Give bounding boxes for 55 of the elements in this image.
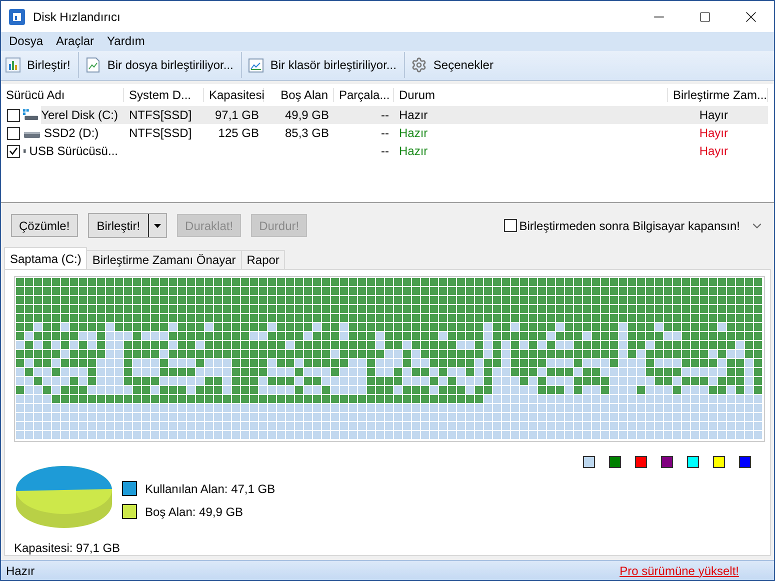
- toolbar-button[interactable]: Bir dosya birleştiriliyor...: [81, 52, 240, 78]
- document-chart-icon: [85, 57, 102, 74]
- column-header[interactable]: Boş Alan: [264, 88, 334, 102]
- action-button[interactable]: Çözümle!: [11, 214, 78, 238]
- caret-icon[interactable]: [154, 224, 162, 228]
- folder-chart-icon: [248, 57, 264, 74]
- column-header[interactable]: Kapasitesi: [204, 88, 264, 102]
- table-cell-text: NTFS[SSD]: [128, 125, 193, 142]
- menu-item[interactable]: Dosya: [4, 34, 52, 48]
- column-header[interactable]: Birleştirme Zam...: [668, 88, 768, 102]
- system-drive-icon: [23, 108, 38, 122]
- status-cell-text: Hazır: [398, 143, 429, 160]
- checkbox[interactable]: [7, 144, 20, 158]
- menu-item[interactable]: Araçlar: [51, 34, 102, 48]
- settings-icon: [411, 57, 428, 74]
- table-cell: 97,1 GB: [204, 106, 264, 124]
- column-header[interactable]: Durum: [394, 88, 668, 102]
- toolbar-button[interactable]: Bir klasör birleştiriliyor...: [244, 52, 402, 78]
- column-header[interactable]: Parçala...: [334, 88, 394, 102]
- table-cell: NTFS[SSD]: [124, 106, 204, 124]
- column-header[interactable]: Sürücü Adı: [1, 88, 124, 102]
- window-title: Disk Hızlandırıcı: [33, 10, 122, 24]
- tab[interactable]: Birleştirme Zamanı Önayar: [86, 250, 242, 270]
- status-cell-text: Hazır: [398, 125, 429, 142]
- bar-chart-icon: [5, 57, 21, 74]
- table-cell-text: 85,3 GB: [284, 125, 330, 142]
- table-cell: --: [334, 106, 394, 124]
- tab[interactable]: Saptama (C:): [4, 247, 88, 270]
- drive-name[interactable]: USB Sürücüsü...: [29, 142, 124, 160]
- toolbar-button[interactable]: Birleştir!: [1, 52, 76, 78]
- legend-label: Boş Alan: 49,9 GB: [145, 504, 244, 519]
- drive-name[interactable]: SSD2 (D:): [44, 124, 105, 142]
- status-text: Hazır: [6, 564, 36, 578]
- tab[interactable]: Rapor: [240, 250, 286, 270]
- checkbox[interactable]: [7, 108, 20, 122]
- menu-item[interactable]: Yardım: [102, 34, 153, 48]
- table-cell-text: --: [380, 143, 390, 160]
- toolbar-button[interactable]: Seçenekler: [407, 52, 500, 78]
- shutdown-label[interactable]: Birleştirmeden sonra Bilgisayar kapansın!: [519, 218, 740, 233]
- table-cell-text: Hayır: [698, 125, 729, 142]
- table-cell: 49,9 GB: [264, 106, 334, 124]
- table-cell-text: --: [380, 125, 390, 142]
- table-cell-text: Hayır: [698, 143, 729, 160]
- checkbox[interactable]: [7, 126, 20, 140]
- table-cell: Hayır: [668, 106, 768, 124]
- legend-label: Kullanılan Alan: 47,1 GB: [145, 482, 276, 496]
- capacity-label: Kapasitesi: 97,1 GB: [14, 541, 122, 556]
- column-header[interactable]: System D...: [124, 88, 204, 102]
- table-cell-text: 125 GB: [217, 125, 260, 142]
- upgrade-link[interactable]: Pro sürümüne yükselt!: [620, 564, 739, 578]
- checkbox[interactable]: [504, 219, 518, 232]
- app-icon: [9, 8, 25, 24]
- maximize-icon[interactable]: [699, 10, 711, 22]
- drive-name[interactable]: Yerel Disk (C:): [41, 106, 124, 124]
- status-cell: Hazır: [394, 106, 668, 124]
